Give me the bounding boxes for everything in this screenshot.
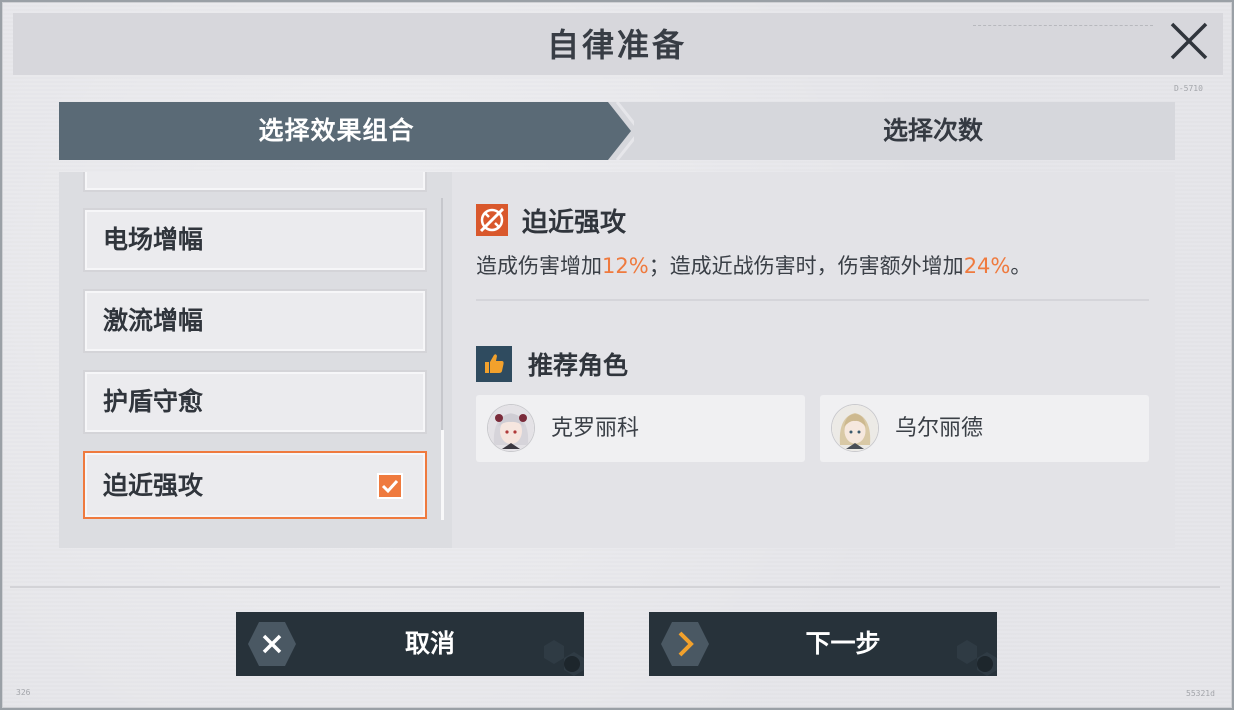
tab-select-effect-combo[interactable]: 选择效果组合 bbox=[59, 102, 634, 160]
desc-text-3: 。 bbox=[1010, 254, 1032, 278]
checkmark-icon bbox=[381, 479, 399, 494]
effect-item-label: 护盾守愈 bbox=[103, 387, 204, 416]
effect-item-shield[interactable]: 护盾守愈 bbox=[83, 370, 427, 434]
close-icon bbox=[1170, 22, 1208, 60]
effect-item-label: 激流增幅 bbox=[103, 306, 204, 335]
top-right-code: D-5710 bbox=[1174, 84, 1203, 93]
crossed-swords-icon bbox=[476, 204, 508, 236]
tab-select-effect-combo-label: 选择效果组合 bbox=[258, 116, 415, 145]
desc-value-1: 12% bbox=[602, 254, 649, 278]
thumbs-up-icon bbox=[476, 346, 512, 382]
character-card[interactable]: 乌尔丽德 bbox=[820, 395, 1149, 462]
effect-description: 造成伤害增加12%；造成近战伤害时，伤害额外增加24%。 bbox=[476, 250, 1031, 280]
avatar bbox=[488, 405, 534, 451]
effect-item-label: 电场增幅 bbox=[103, 225, 204, 254]
cancel-button[interactable]: 取消 bbox=[236, 612, 584, 676]
tab-select-count[interactable]: 选择次数 bbox=[691, 102, 1175, 160]
recommend-title: 推荐角色 bbox=[528, 351, 629, 380]
tab-select-count-label: 选择次数 bbox=[882, 116, 983, 145]
effect-item-torrent[interactable]: 激流增幅 bbox=[83, 289, 427, 353]
footer-divider bbox=[10, 586, 1220, 588]
desc-value-2: 24% bbox=[963, 254, 1011, 278]
effect-detail: 迫近强攻 造成伤害增加12%；造成近战伤害时，伤害额外增加24%。 推荐角色 克… bbox=[452, 172, 1175, 548]
desc-text-1: 造成伤害增加 bbox=[476, 254, 602, 278]
steps-bar: 选择次数 选择效果组合 bbox=[59, 102, 1175, 160]
character-card[interactable]: 克罗丽科 bbox=[476, 395, 805, 462]
effect-title: 迫近强攻 bbox=[522, 208, 627, 238]
character-name: 克罗丽科 bbox=[551, 416, 640, 441]
effect-item-label: 迫近强攻 bbox=[103, 471, 204, 500]
next-step-button[interactable]: 下一步 bbox=[649, 612, 997, 676]
content-area: 电场增幅 激流增幅 护盾守愈 迫近强攻 迫近强攻 造成伤害增加12%；造成近战伤… bbox=[59, 172, 1175, 548]
effect-item-electric-field[interactable]: 电场增幅 bbox=[83, 208, 427, 272]
close-button[interactable] bbox=[1166, 18, 1212, 64]
scrollbar-thumb[interactable] bbox=[441, 430, 444, 520]
effect-checkbox[interactable] bbox=[377, 473, 403, 499]
character-name: 乌尔丽德 bbox=[895, 416, 984, 441]
bottom-right-code: 55321d bbox=[1186, 689, 1215, 698]
avatar bbox=[832, 405, 878, 451]
desc-text-2: ；造成近战伤害时，伤害额外增加 bbox=[648, 254, 964, 278]
cancel-label: 取消 bbox=[404, 629, 455, 658]
effect-item-close-assault[interactable]: 迫近强攻 bbox=[83, 451, 427, 519]
detail-divider bbox=[476, 299, 1149, 301]
bottom-left-code: 326 bbox=[16, 688, 31, 697]
next-step-label: 下一步 bbox=[805, 629, 881, 658]
effect-list: 电场增幅 激流增幅 护盾守愈 迫近强攻 bbox=[59, 172, 452, 548]
dialog-title: 自律准备 bbox=[546, 26, 687, 64]
effect-item-partial[interactable] bbox=[83, 172, 427, 192]
